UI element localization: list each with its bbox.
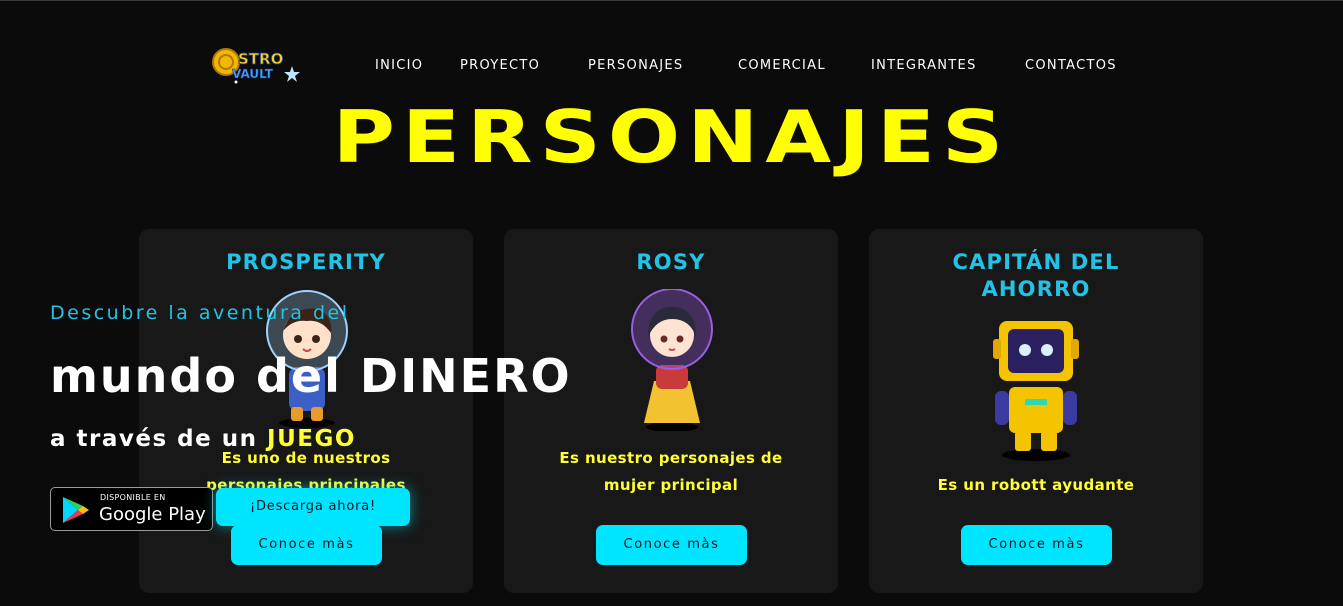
card-title: PROSPERITY xyxy=(226,250,386,274)
nav-personajes[interactable]: PERSONAJES xyxy=(588,58,684,73)
top-border xyxy=(0,0,1343,1)
conoce-mas-button[interactable]: Conoce màs xyxy=(231,525,382,565)
rosy-character-image xyxy=(631,289,713,431)
nav-proyecto[interactable]: PROYECTO xyxy=(460,58,540,73)
card-title-line1: CAPITÁN DEL xyxy=(952,250,1120,274)
nav-comercial[interactable]: COMERCIAL xyxy=(738,58,826,73)
hero-tagline: a través de un JUEGO xyxy=(50,426,356,452)
character-card-prosperity: PROSPERITY Es uno de nuestros personajes… xyxy=(139,229,473,593)
main-nav: INICIO PROYECTO PERSONAJES COMERCIAL INT… xyxy=(0,58,1343,78)
conoce-mas-button[interactable]: Conoce màs xyxy=(961,525,1112,565)
character-card-capitan-del-ahorro: CAPITÁN DEL AHORRO Es un robott ayudante… xyxy=(869,229,1203,593)
hero-tagline-highlight: JUEGO xyxy=(267,426,356,452)
card-description: Es nuestro personajes de mujer principal xyxy=(559,449,783,494)
card-title-line2: AHORRO xyxy=(981,277,1091,301)
card-title: CAPITÁN DEL AHORRO xyxy=(869,249,1203,303)
google-play-icon xyxy=(63,497,89,523)
hero-tagline-prefix: a través de un xyxy=(50,426,258,452)
robot-character-image xyxy=(993,321,1079,461)
page-title: PERSONAJES xyxy=(332,95,1011,179)
card-title: ROSY xyxy=(636,250,706,274)
character-card-rosy: ROSY Es nuestro personajes de mujer prin… xyxy=(504,229,838,593)
google-play-big-text: Google Play xyxy=(99,504,206,525)
card-description: Es un robott ayudante xyxy=(937,476,1135,494)
conoce-mas-button[interactable]: Conoce màs xyxy=(596,525,747,565)
hero-headline: mundo del DINERO xyxy=(50,349,572,403)
hero-subtitle: Descubre la aventura del xyxy=(50,302,350,324)
google-play-small-text: DISPONIBLE EN xyxy=(100,493,166,502)
nav-contactos[interactable]: CONTACTOS xyxy=(1025,58,1117,73)
google-play-badge[interactable]: DISPONIBLE EN Google Play xyxy=(50,487,213,531)
nav-integrantes[interactable]: INTEGRANTES xyxy=(871,58,977,73)
download-now-button[interactable]: ¡Descarga ahora! xyxy=(216,488,410,526)
nav-inicio[interactable]: INICIO xyxy=(375,58,423,73)
